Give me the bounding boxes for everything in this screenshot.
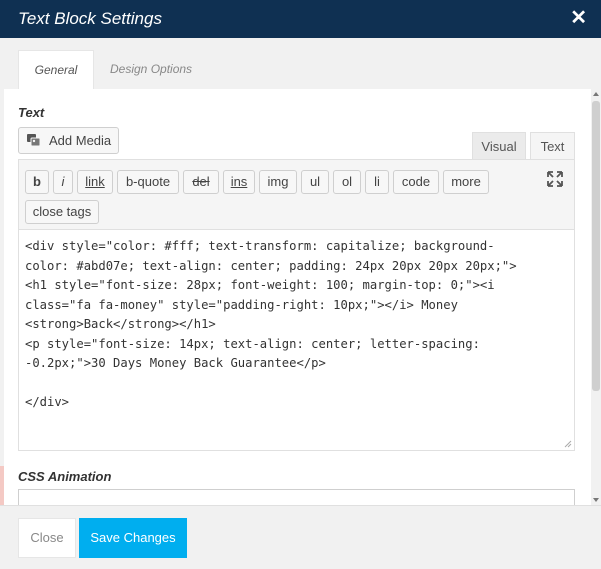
code-line: class="fa fa-money" style="padding-right…	[25, 297, 458, 312]
css-animation-label: CSS Animation	[18, 469, 112, 484]
panel-scrollbar[interactable]	[591, 89, 601, 505]
qt-bquote-button[interactable]: b-quote	[117, 170, 179, 194]
text-editor[interactable]: b i link b-quote del ins img ul ol li co…	[18, 159, 575, 451]
qt-del-button[interactable]: del	[183, 170, 219, 194]
qt-ol-button[interactable]: ol	[333, 170, 361, 194]
qt-img-button[interactable]: img	[259, 170, 297, 194]
add-media-button[interactable]: Add Media	[18, 127, 119, 154]
text-section-label: Text	[18, 105, 45, 120]
resize-grip-icon[interactable]	[564, 440, 572, 448]
quicktags-toolbar: b i link b-quote del ins img ul ol li co…	[19, 160, 574, 230]
qt-ins-button[interactable]: ins	[223, 170, 255, 194]
qt-more-button[interactable]: more	[443, 170, 489, 194]
add-media-label: Add Media	[49, 133, 112, 148]
qt-li-button[interactable]: li	[365, 170, 389, 194]
settings-panel: Text Add Media Visual Text b i link b-qu…	[4, 89, 591, 507]
save-changes-button[interactable]: Save Changes	[79, 518, 187, 558]
code-line: <div style="color: #fff; text-transform:…	[25, 239, 495, 253]
modal-title: Text Block Settings	[18, 9, 162, 28]
settings-modal: Text Block Settings ✕ General Design Opt…	[0, 0, 601, 569]
modal-footer: Close Save Changes	[0, 505, 601, 569]
tab-general[interactable]: General	[18, 50, 94, 90]
scroll-up-icon[interactable]	[593, 92, 599, 96]
code-line: color: #abd07e; text-align: center; padd…	[25, 258, 517, 273]
code-line: </div>	[25, 395, 70, 409]
tab-bar: General Design Options	[4, 38, 596, 90]
close-icon[interactable]: ✕	[570, 8, 587, 28]
editor-tab-visual[interactable]: Visual	[472, 132, 526, 159]
code-line: <p style="font-size: 14px; text-align: c…	[25, 336, 480, 351]
qt-italic-button[interactable]: i	[53, 170, 73, 194]
code-line: <strong>Back</strong></h1>	[25, 317, 216, 331]
qt-code-button[interactable]: code	[393, 170, 439, 194]
code-content[interactable]: <div style="color: #fff; text-transform:…	[25, 237, 570, 413]
tab-design-options[interactable]: Design Options	[110, 50, 192, 89]
code-line: <h1 style="font-size: 28px; font-weight:…	[25, 278, 495, 292]
code-line: -0.2px;">30 Days Money Back Guarantee</p…	[25, 356, 326, 370]
qt-ul-button[interactable]: ul	[301, 170, 329, 194]
scroll-thumb[interactable]	[592, 101, 600, 391]
close-button[interactable]: Close	[18, 518, 76, 558]
media-icon	[27, 134, 41, 147]
modal-titlebar: Text Block Settings ✕	[0, 0, 601, 38]
scroll-down-icon[interactable]	[593, 498, 599, 502]
fullscreen-icon[interactable]	[546, 170, 564, 188]
qt-link-button[interactable]: link	[77, 170, 113, 194]
qt-bold-button[interactable]: b	[25, 170, 49, 194]
editor-tab-text[interactable]: Text	[530, 132, 575, 159]
qt-close-tags-button[interactable]: close tags	[25, 200, 99, 224]
